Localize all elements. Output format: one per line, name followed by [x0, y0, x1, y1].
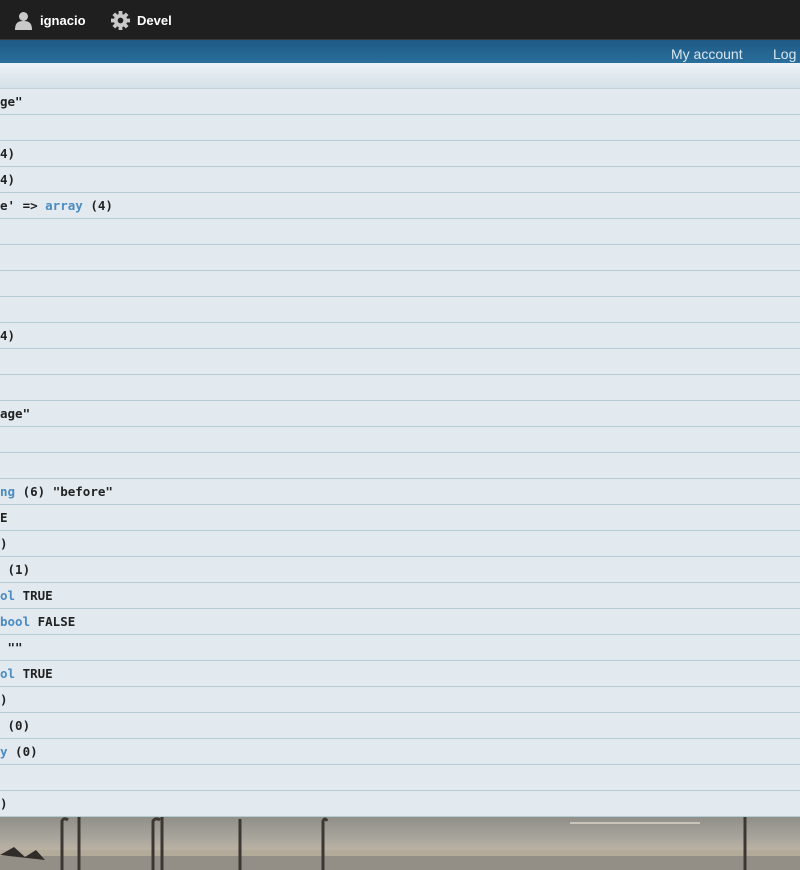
dump-text: age": [0, 406, 31, 421]
my-account-link[interactable]: My account: [671, 46, 743, 62]
dump-text: (6) "before": [15, 484, 113, 499]
type-keyword: bool: [0, 614, 31, 629]
dump-text: TRUE: [15, 666, 53, 681]
dump-row: [0, 349, 800, 375]
secondary-menu-bar: My account Log: [0, 40, 800, 63]
dump-text: FALSE: [30, 614, 76, 629]
dump-row: ): [0, 531, 800, 557]
user-name: ignacio: [40, 12, 86, 28]
dump-row: 4): [0, 141, 800, 167]
dump-text: 4): [0, 172, 16, 187]
devel-label: Devel: [137, 12, 172, 28]
dump-text: E: [0, 510, 8, 525]
gear-icon: [111, 10, 130, 30]
type-keyword: array: [45, 198, 83, 213]
dump-row: [0, 453, 800, 479]
dump-row: "": [0, 635, 800, 661]
logout-link[interactable]: Log: [773, 46, 796, 62]
dump-row: ng (6) "before": [0, 479, 800, 505]
dump-row: ): [0, 791, 800, 817]
dump-row: (1): [0, 557, 800, 583]
variable-dump-panel: ge" 4) 4) e' => array (4) 4) age" ng (6) "befo…: [0, 63, 800, 817]
dump-row: [0, 375, 800, 401]
dump-text: (0): [7, 744, 38, 759]
admin-toolbar: ignacio Devel: [0, 0, 800, 40]
dump-text: ): [0, 796, 8, 811]
type-keyword: ng: [0, 484, 16, 499]
dump-row: e' => array (4): [0, 193, 800, 219]
dump-row: [0, 297, 800, 323]
dump-row: [0, 219, 800, 245]
dump-text: 4): [0, 328, 16, 343]
dump-text: ): [0, 536, 8, 551]
person-icon: [15, 11, 32, 30]
dump-panel-header: [0, 63, 800, 89]
dump-row: [0, 271, 800, 297]
dump-row: y (0): [0, 739, 800, 765]
user-menu-link[interactable]: ignacio: [14, 0, 86, 40]
dump-text: TRUE: [15, 588, 53, 603]
type-keyword: ol: [0, 588, 16, 603]
dump-row: [0, 115, 800, 141]
beach-railing-image: [0, 817, 800, 870]
dump-row: [0, 765, 800, 791]
type-keyword: y: [0, 744, 8, 759]
dump-row: ol TRUE: [0, 583, 800, 609]
devel-menu-link[interactable]: Devel: [111, 0, 172, 40]
dump-text: 4): [0, 146, 16, 161]
dump-text: (4): [82, 198, 113, 213]
dump-row: ge": [0, 89, 800, 115]
background-photo: [0, 817, 800, 870]
dump-text: "": [0, 640, 23, 655]
dump-row: ): [0, 687, 800, 713]
dump-row: 4): [0, 323, 800, 349]
dump-row: bool FALSE: [0, 609, 800, 635]
dump-text: (1): [0, 562, 31, 577]
dump-row: ol TRUE: [0, 661, 800, 687]
dump-text: e' =>: [0, 198, 46, 213]
dump-row: [0, 427, 800, 453]
dump-row: E: [0, 505, 800, 531]
dump-text: ): [0, 692, 8, 707]
dump-row: age": [0, 401, 800, 427]
type-keyword: ol: [0, 666, 16, 681]
dump-rows: ge" 4) 4) e' => array (4) 4) age" ng (6) "befo…: [0, 89, 800, 817]
dump-row: (0): [0, 713, 800, 739]
dump-row: [0, 245, 800, 271]
dump-text: ge": [0, 94, 23, 109]
dump-text: (0): [0, 718, 31, 733]
dump-row: 4): [0, 167, 800, 193]
